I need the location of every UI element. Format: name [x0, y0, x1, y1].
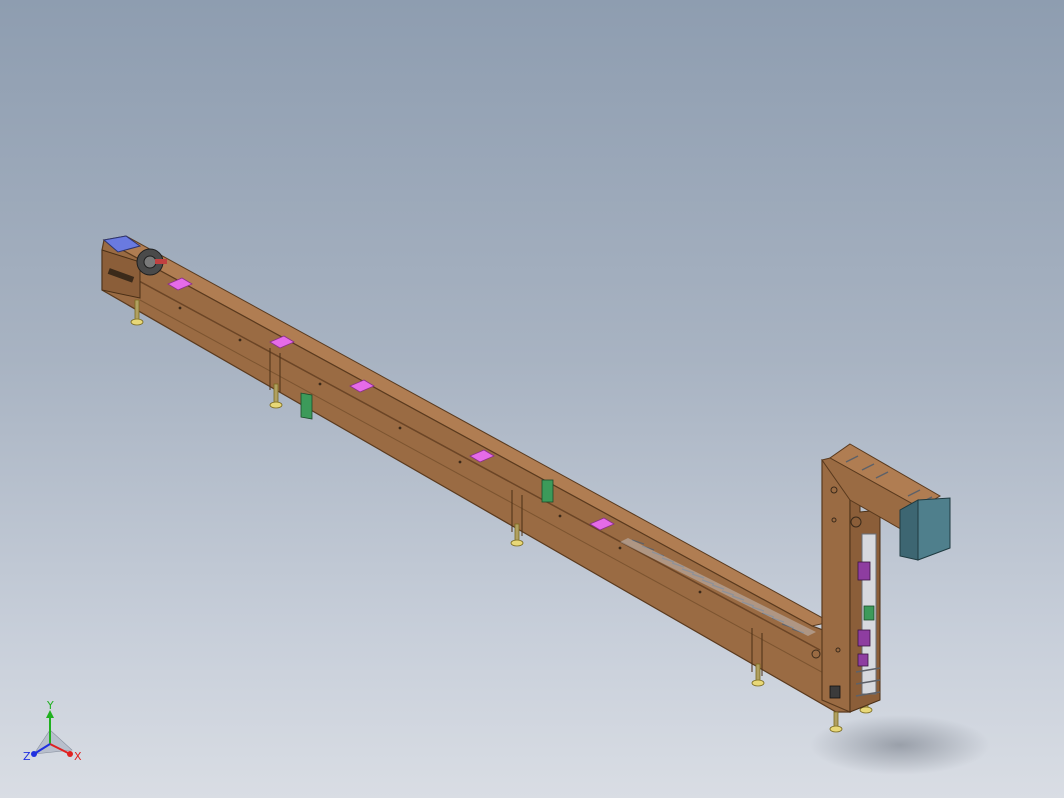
orientation-triad[interactable]: Y X Z: [14, 700, 90, 776]
conveyor-side-plate: [101, 239, 851, 713]
conveyor-lower-edge: [139, 299, 841, 683]
triad-z-cap: [31, 751, 37, 757]
purple-part-2: [857, 629, 871, 647]
triad-z-label: Z: [23, 750, 31, 763]
electrical-box: [829, 685, 841, 699]
conveyor-ledge: [103, 261, 821, 651]
green-block-2: [541, 479, 554, 503]
green-part-riser: [863, 605, 875, 621]
purple-part-3: [857, 653, 869, 667]
triad-y-label: Y: [46, 700, 54, 712]
riser-side-plate: [821, 459, 851, 713]
conveyor-top-rail: [102, 235, 832, 627]
green-block-1: [300, 392, 313, 420]
purple-part-1: [857, 561, 871, 581]
triad-x-label: X: [74, 750, 82, 763]
triad-x-cap: [67, 751, 73, 757]
drive-motor: [917, 497, 951, 561]
drive-motor-side: [899, 499, 919, 561]
cad-viewport[interactable]: [0, 0, 1064, 798]
conveyor-assembly[interactable]: [101, 235, 951, 733]
